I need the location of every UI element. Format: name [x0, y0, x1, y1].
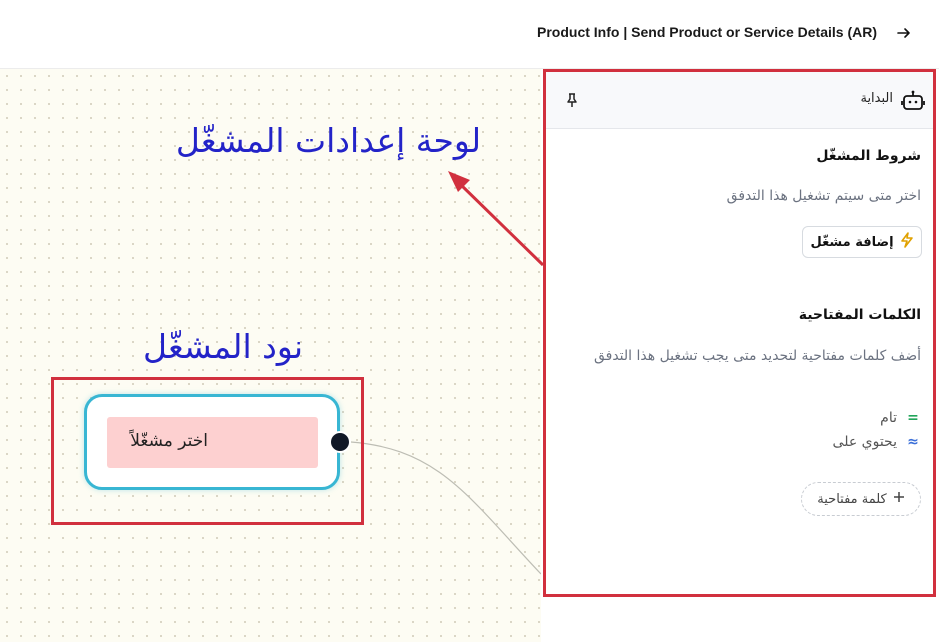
add-trigger-button[interactable]: إضافة مشغّل — [802, 226, 922, 258]
trigger-node-label: اختر مشغّلاً — [130, 431, 208, 451]
keyword-option-contains[interactable]: ≈ يحتوي على — [833, 434, 921, 450]
add-trigger-label: إضافة مشغّل — [810, 234, 894, 250]
arrow-right-icon[interactable] — [893, 22, 915, 44]
trigger-conditions-title: شروط المشغّل — [816, 148, 921, 164]
plus-icon — [893, 491, 905, 507]
trigger-settings-panel: البداية شروط المشغّل اختر متى سيتم تشغيل… — [543, 69, 936, 597]
lightning-icon — [900, 232, 914, 252]
keywords-description: أضف كلمات مفتاحية لتحديد متى يجب تشغيل ه… — [593, 348, 921, 364]
equals-icon: = — [907, 410, 919, 426]
keyword-option-label: تام — [880, 410, 897, 426]
flow-canvas[interactable]: لوحة إعدادات المشغّل نود المشغّل اختر مش… — [0, 69, 541, 642]
panel-header: البداية — [546, 72, 933, 129]
keywords-title: الكلمات المفتاحية — [798, 307, 921, 323]
trigger-node[interactable]: اختر مشغّلاً — [84, 394, 340, 490]
top-header: Product Info | Send Product or Service D… — [0, 0, 939, 69]
flow-title: Product Info | Send Product or Service D… — [537, 24, 877, 40]
trigger-node-pill[interactable]: اختر مشغّلاً — [107, 417, 318, 468]
keyword-option-label: يحتوي على — [832, 434, 897, 450]
node-output-handle[interactable] — [329, 431, 351, 453]
approx-icon: ≈ — [907, 434, 919, 450]
trigger-conditions-description: اختر متى سيتم تشغيل هذا التدفق — [726, 188, 921, 204]
panel-footer-space — [543, 597, 936, 642]
pin-icon[interactable] — [564, 92, 580, 108]
annotation-node-label: نود المشغّل — [143, 327, 304, 366]
keyword-option-exact[interactable]: = تام — [880, 410, 921, 426]
annotation-panel-label: لوحة إعدادات المشغّل — [175, 121, 481, 160]
add-keyword-button[interactable]: كلمة مفتاحية — [801, 482, 921, 516]
add-keyword-label: كلمة مفتاحية — [817, 491, 887, 507]
robot-icon — [901, 90, 925, 112]
start-node-label: البداية — [860, 91, 893, 106]
